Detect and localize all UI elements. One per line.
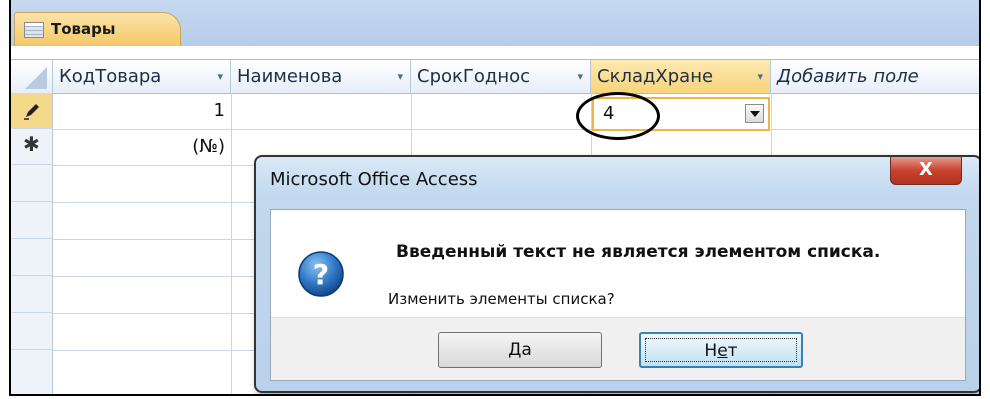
highlight-ellipse [576, 92, 660, 140]
dialog-button-bar: Да Нет [271, 317, 965, 380]
row-selector-empty [11, 202, 53, 239]
column-header-skladhraneniya[interactable]: СкладХране ▾ [591, 60, 771, 93]
dialog-question: Изменить элементы списка? [388, 290, 615, 308]
question-icon: ? [298, 251, 344, 297]
dialog-body: ? Введенный текст не является элементом … [270, 209, 966, 381]
column-label: СкладХране [597, 66, 714, 87]
row-selector-empty [11, 239, 53, 276]
close-icon: X [919, 159, 933, 180]
column-header-kodtovara[interactable]: КодТовара ▾ [53, 60, 231, 93]
dialog-title: Microsoft Office Access [270, 169, 478, 190]
button-accelerator: Д [508, 340, 522, 360]
select-all-corner[interactable] [11, 60, 53, 93]
new-record-star-icon: ✱ [23, 132, 40, 156]
access-window: Товары КодТовара ▾ Наименова ▾ СрокГодно… [9, 0, 981, 396]
row-selector-empty [11, 165, 53, 202]
cell-kodtovara-new[interactable]: (№) [53, 129, 231, 165]
document-tab-bar: Товары [11, 0, 979, 46]
no-button[interactable]: Нет [639, 332, 803, 368]
table-icon [24, 22, 44, 38]
column-dropdown-icon[interactable]: ▾ [217, 60, 223, 93]
cell-kodtovara[interactable]: 1 [53, 93, 231, 129]
row-selector-empty [11, 276, 53, 313]
chevron-down-icon[interactable] [745, 104, 764, 123]
tab-label: Товары [51, 20, 116, 38]
svg-text:?: ? [313, 258, 329, 291]
column-header-srokgodnosti[interactable]: СрокГоднос ▾ [411, 60, 591, 93]
column-header-naimenovanie[interactable]: Наименова ▾ [231, 60, 411, 93]
column-label: СрокГоднос [417, 66, 530, 87]
focus-rectangle [645, 338, 797, 362]
dialog-message: Введенный текст не является элементом сп… [396, 242, 881, 262]
yes-button[interactable]: Да [438, 332, 602, 368]
message-dialog: Microsoft Office Access X ? Введенный те… [254, 155, 979, 393]
column-dropdown-icon[interactable]: ▾ [397, 60, 403, 93]
row-selector-empty [11, 350, 53, 394]
column-dropdown-icon[interactable]: ▾ [757, 60, 763, 93]
row-selector-current[interactable] [11, 93, 53, 129]
button-label-part: а [521, 340, 532, 360]
close-button[interactable]: X [890, 157, 962, 185]
pencil-icon [24, 104, 39, 120]
column-dropdown-icon[interactable]: ▾ [577, 60, 583, 93]
row-selector-empty [11, 313, 53, 350]
column-header-row: КодТовара ▾ Наименова ▾ СрокГоднос ▾ Скл… [11, 59, 979, 94]
grid-column-line [231, 93, 232, 394]
tab-tovary[interactable]: Товары [14, 12, 181, 46]
column-label: Наименова [237, 66, 343, 87]
column-label: КодТовара [59, 66, 162, 87]
column-header-add-field[interactable]: Добавить поле [771, 60, 979, 93]
row-selector-new[interactable]: ✱ [11, 129, 53, 165]
